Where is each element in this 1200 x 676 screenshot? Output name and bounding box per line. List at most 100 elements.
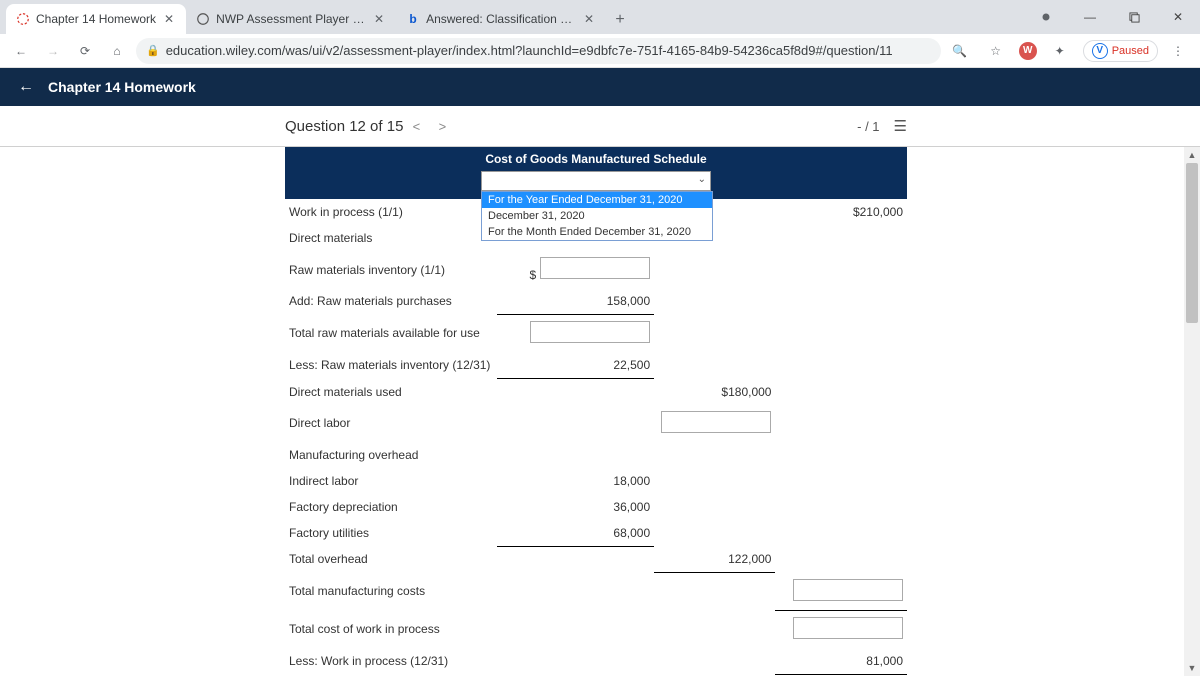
row-label: Add: Raw materials purchases	[285, 288, 497, 315]
tab-chapter14[interactable]: Chapter 14 Homework ✕	[6, 4, 186, 34]
back-icon[interactable]: ←	[8, 38, 34, 64]
tab-nwp[interactable]: NWP Assessment Player UI Appli ✕	[186, 4, 396, 34]
favicon-b-icon: b	[406, 12, 420, 26]
row-value: 81,000	[823, 654, 903, 668]
row-label: Less: Raw materials inventory (12/31)	[285, 352, 497, 379]
breadcrumb: Chapter 14 Homework	[48, 79, 196, 95]
row-label: Direct materials used	[285, 379, 497, 405]
tab-title: Answered: Classification of Costs	[426, 12, 576, 26]
extensions-icon[interactable]: ✦	[1047, 38, 1073, 64]
question-title: Question 12 of 15	[285, 118, 403, 135]
dropdown-option[interactable]: December 31, 2020	[482, 208, 712, 224]
row-label: Manufacturing overhead	[285, 442, 497, 468]
vertical-scrollbar[interactable]: ▲ ▼	[1184, 147, 1200, 676]
table-row: Total manufacturing costs	[285, 573, 907, 611]
period-select-row: ⌄ For the Year Ended December 31, 2020 D…	[285, 171, 907, 199]
paused-label: Paused	[1112, 45, 1149, 57]
scroll-down-icon[interactable]: ▼	[1184, 660, 1200, 676]
close-icon[interactable]: ✕	[372, 12, 386, 26]
app-header: ← Chapter 14 Homework	[0, 68, 1200, 106]
row-value: 68,000	[570, 526, 650, 540]
new-tab-button[interactable]: +	[606, 6, 634, 34]
maximize-icon[interactable]	[1112, 2, 1156, 32]
row-value: 36,000	[570, 500, 650, 514]
row-value: $180,000	[691, 385, 771, 399]
tab-title: Chapter 14 Homework	[36, 12, 156, 26]
table-row: Manufacturing overhead	[285, 442, 907, 468]
dropdown-option[interactable]: For the Month Ended December 31, 2020	[482, 224, 712, 240]
question-list-icon[interactable]: ☰	[894, 117, 907, 135]
dollar-sign: $	[529, 268, 536, 282]
table-row: Direct labor	[285, 405, 907, 442]
table-row: Total overhead 122,000	[285, 546, 907, 573]
row-value: 122,000	[691, 552, 771, 566]
browser-tabbar: Chapter 14 Homework ✕ NWP Assessment Pla…	[0, 0, 1200, 34]
next-question-icon[interactable]: >	[429, 119, 455, 134]
row-label: Total raw materials available for use	[285, 315, 497, 353]
row-label: Total cost of work in process	[285, 610, 497, 648]
url-text: education.wiley.com/was/ui/v2/assessment…	[166, 43, 893, 58]
chevron-down-icon: ⌄	[698, 174, 706, 185]
table-row: Add: Raw materials purchases 158,000	[285, 288, 907, 315]
scroll-up-icon[interactable]: ▲	[1184, 147, 1200, 163]
app-back-icon[interactable]: ←	[18, 78, 34, 96]
row-value: $210,000	[823, 205, 903, 219]
table-row: Total raw materials available for use	[285, 315, 907, 353]
table-row: Factory utilities 68,000	[285, 520, 907, 547]
row-label: Total overhead	[285, 546, 497, 573]
lock-icon: 🔒	[146, 44, 160, 57]
cogm-schedule: Cost of Goods Manufactured Schedule ⌄ Fo…	[285, 147, 907, 676]
table-row: Factory depreciation 36,000	[285, 494, 907, 520]
home-icon[interactable]: ⌂	[104, 38, 130, 64]
favicon-loading-icon	[16, 12, 30, 26]
table-row: Indirect labor 18,000	[285, 468, 907, 494]
row-label: Indirect labor	[285, 468, 497, 494]
window-controls: — ✕	[1024, 0, 1200, 34]
row-label: Work in process (1/1)	[285, 199, 497, 225]
table-row: Less: Raw materials inventory (12/31) 22…	[285, 352, 907, 379]
minimize-icon[interactable]: —	[1068, 2, 1112, 32]
settings-dot-icon[interactable]	[1024, 2, 1068, 32]
browser-addressbar: ← → ⟳ ⌂ 🔒 education.wiley.com/was/ui/v2/…	[0, 34, 1200, 68]
favicon-spiral-icon	[196, 12, 210, 26]
reload-icon[interactable]: ⟳	[72, 38, 98, 64]
tab-title: NWP Assessment Player UI Appli	[216, 12, 366, 26]
direct-labor-input[interactable]	[661, 411, 771, 433]
search-in-page-icon[interactable]: 🔍	[947, 38, 973, 64]
schedule-header: Cost of Goods Manufactured Schedule	[285, 147, 907, 171]
close-icon[interactable]: ✕	[582, 12, 596, 26]
close-icon[interactable]: ✕	[162, 12, 176, 26]
row-label: Factory utilities	[285, 520, 497, 547]
row-label: Direct labor	[285, 405, 497, 442]
forward-icon[interactable]: →	[40, 38, 66, 64]
url-input[interactable]: 🔒 education.wiley.com/was/ui/v2/assessme…	[136, 38, 941, 64]
table-row: Less: Work in process (12/31) 81,000	[285, 648, 907, 675]
period-select[interactable]: ⌄	[481, 171, 711, 191]
dropdown-option[interactable]: For the Year Ended December 31, 2020	[482, 192, 712, 208]
period-dropdown: For the Year Ended December 31, 2020 Dec…	[481, 191, 713, 241]
kebab-menu-icon[interactable]: ⋮	[1168, 44, 1188, 58]
score-counter: - / 1	[857, 119, 879, 134]
row-label: Total manufacturing costs	[285, 573, 497, 611]
row-label: Less: Work in process (12/31)	[285, 648, 497, 675]
scroll-thumb[interactable]	[1186, 163, 1198, 323]
close-window-icon[interactable]: ✕	[1156, 2, 1200, 32]
table-row: Direct materials used $180,000	[285, 379, 907, 405]
row-value: 22,500	[570, 358, 650, 372]
avatar-v-icon: V	[1092, 43, 1108, 59]
profile-paused-pill[interactable]: V Paused	[1083, 40, 1158, 62]
table-row: Total cost of work in process	[285, 610, 907, 648]
table-row: Raw materials inventory (1/1) $	[285, 251, 907, 288]
row-value: 18,000	[570, 474, 650, 488]
total-raw-avail-input[interactable]	[530, 321, 650, 343]
rmi-begin-input[interactable]	[540, 257, 650, 279]
bookmark-star-icon[interactable]: ☆	[983, 38, 1009, 64]
total-cost-wip-input[interactable]	[793, 617, 903, 639]
total-mfg-costs-input[interactable]	[793, 579, 903, 601]
tab-bartleby[interactable]: b Answered: Classification of Costs ✕	[396, 4, 606, 34]
row-label: Raw materials inventory (1/1)	[285, 251, 497, 288]
row-label: Factory depreciation	[285, 494, 497, 520]
row-value: 158,000	[570, 294, 650, 308]
prev-question-icon[interactable]: <	[403, 119, 429, 134]
extension-w-icon[interactable]: W	[1019, 42, 1037, 60]
